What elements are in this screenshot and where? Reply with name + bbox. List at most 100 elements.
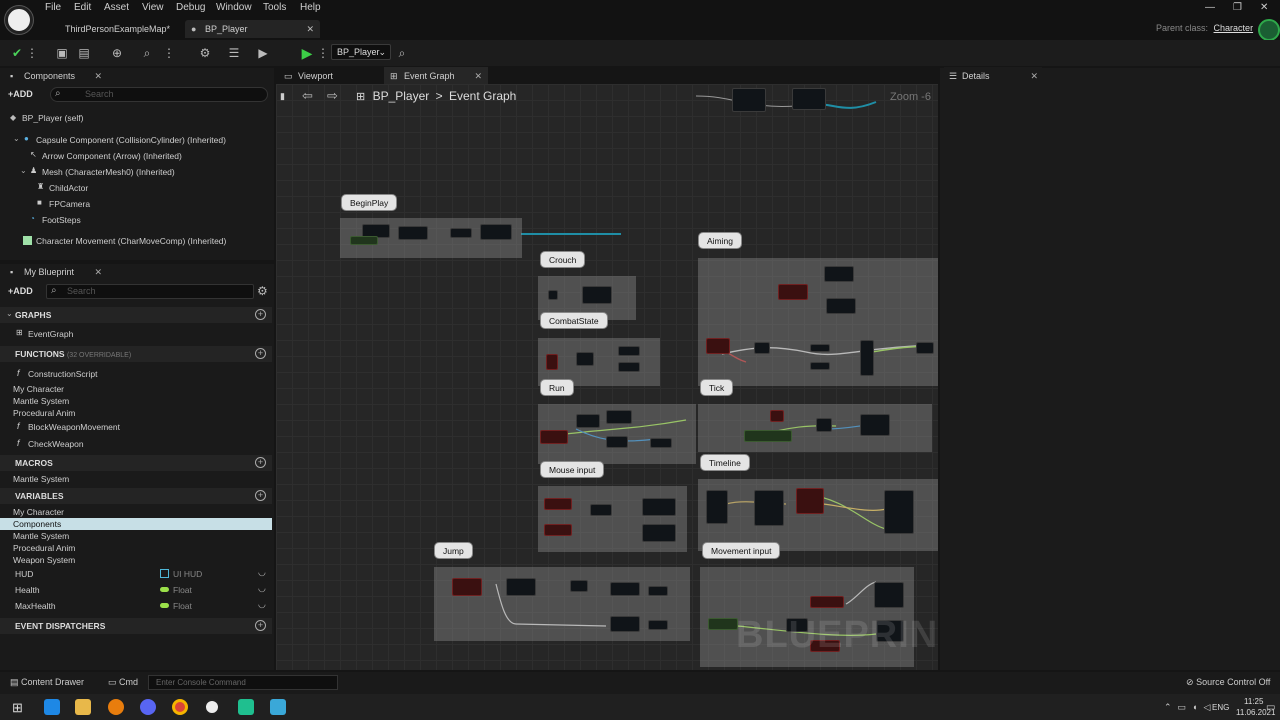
unreal-logo-icon[interactable] <box>5 6 33 34</box>
node[interactable] <box>706 490 728 524</box>
variable-category-my-character[interactable]: My Character <box>13 506 64 518</box>
close-icon[interactable]: ✕ <box>306 20 314 38</box>
node[interactable] <box>642 524 676 542</box>
comment-label-combatstate[interactable]: CombatState <box>540 312 608 329</box>
gear-icon[interactable]: ⚙ <box>257 284 268 298</box>
search-icon[interactable]: ⌕ <box>395 46 409 60</box>
avatar[interactable] <box>1258 19 1280 41</box>
kebab-icon[interactable]: ⋮ <box>162 46 176 60</box>
node[interactable] <box>824 266 854 282</box>
function-check-weapon[interactable]: CheckWeapon <box>28 438 84 450</box>
menu-debug[interactable]: Debug <box>176 2 205 13</box>
comment-mouse-input[interactable] <box>538 486 687 552</box>
node[interactable] <box>874 582 904 608</box>
add-function-icon[interactable]: + <box>255 348 266 359</box>
save-icon[interactable]: ▣ <box>55 46 69 60</box>
blender-icon[interactable] <box>108 699 124 715</box>
variable-hud[interactable]: HUD <box>15 568 33 580</box>
node[interactable] <box>480 224 512 240</box>
node[interactable] <box>642 498 676 516</box>
function-category-mantle[interactable]: Mantle System <box>13 395 69 407</box>
node[interactable] <box>706 338 730 354</box>
variable-maxhealth[interactable]: MaxHealth <box>15 600 56 612</box>
node[interactable] <box>582 286 612 304</box>
section-macros[interactable]: MACROS + <box>0 455 272 471</box>
tab-my-blueprint[interactable]: ▪ My Blueprint ✕ <box>4 263 108 281</box>
menu-file[interactable]: File <box>45 2 61 13</box>
tree-item-footsteps[interactable]: FootSteps <box>42 214 81 226</box>
discord-icon[interactable] <box>140 699 156 715</box>
macro-category-mantle[interactable]: Mantle System <box>13 473 69 485</box>
language-indicator[interactable]: ENG <box>1212 703 1229 712</box>
menu-tools[interactable]: Tools <box>263 2 286 13</box>
node[interactable] <box>450 228 472 238</box>
tree-item-fpcamera[interactable]: FPCamera <box>49 198 90 210</box>
menu-edit[interactable]: Edit <box>74 2 91 13</box>
tree-item-arrow[interactable]: Arrow Component (Arrow) (Inherited) <box>42 150 182 162</box>
node[interactable] <box>618 346 640 356</box>
node[interactable] <box>576 414 600 428</box>
comment-label-timeline[interactable]: Timeline <box>700 454 750 471</box>
node[interactable] <box>606 410 632 424</box>
menu-help[interactable]: Help <box>300 2 321 13</box>
close-icon[interactable]: ✕ <box>474 67 482 85</box>
comment-label-crouch[interactable]: Crouch <box>540 251 586 268</box>
parent-class-value[interactable]: Character <box>1214 23 1254 33</box>
node[interactable] <box>778 284 808 300</box>
node[interactable] <box>810 596 844 608</box>
notification-icon[interactable]: ▭ <box>1266 702 1275 713</box>
browse-icon[interactable]: ▤ <box>77 46 91 60</box>
visibility-icon[interactable]: ◡ <box>258 583 266 594</box>
node[interactable] <box>792 88 826 110</box>
node[interactable] <box>576 352 594 366</box>
add-component-button[interactable]: +ADD <box>8 87 44 102</box>
expand-icon[interactable]: ⌄ <box>13 134 20 143</box>
section-graphs[interactable]: GRAPHS + <box>0 307 272 323</box>
maximize-button[interactable]: ❐ <box>1233 2 1242 13</box>
menu-view[interactable]: View <box>142 2 164 13</box>
variable-category-components[interactable]: Components <box>13 518 61 530</box>
node[interactable] <box>618 362 640 372</box>
event-graph-canvas[interactable]: ▮ ⇦ ⇨ ⊞ BP_Player > Event Graph Zoom -6 <box>276 84 938 670</box>
tab-event-graph[interactable]: ⊞ Event Graph ✕ <box>384 67 488 85</box>
function-block-weapon-movement[interactable]: BlockWeaponMovement <box>28 421 120 433</box>
windows-start-icon[interactable]: ⊞ <box>12 700 23 716</box>
tab-components[interactable]: ▪ Components ✕ <box>4 67 108 85</box>
visibility-icon[interactable]: ◡ <box>258 567 266 578</box>
components-search-input[interactable]: Search <box>50 87 268 102</box>
node[interactable] <box>810 344 830 352</box>
compile-icon[interactable]: ✔ <box>10 46 24 60</box>
variable-category-procedural[interactable]: Procedural Anim <box>13 542 75 554</box>
tab-viewport[interactable]: ▭ Viewport <box>278 67 378 85</box>
console-command-input[interactable]: Enter Console Command <box>148 675 338 690</box>
tree-item-capsule[interactable]: Capsule Component (CollisionCylinder) (I… <box>36 134 226 146</box>
clock-time[interactable]: 11:25 <box>1244 697 1263 706</box>
node[interactable] <box>350 236 378 245</box>
add-variable-icon[interactable]: + <box>255 490 266 501</box>
node[interactable] <box>796 488 824 514</box>
gear-icon[interactable]: ⚙ <box>198 46 212 60</box>
class-defaults-icon[interactable]: ☰ <box>227 46 241 60</box>
node[interactable] <box>452 578 482 596</box>
node[interactable] <box>544 498 572 510</box>
comment-label-run[interactable]: Run <box>540 379 574 396</box>
node[interactable] <box>732 88 766 112</box>
node[interactable] <box>606 436 628 448</box>
diff-icon[interactable]: ⊕ <box>110 46 124 60</box>
debug-object-select[interactable]: BP_Player ⌄ <box>331 44 391 60</box>
close-icon[interactable]: ✕ <box>1030 67 1038 85</box>
node[interactable] <box>770 410 784 422</box>
file-explorer-icon[interactable] <box>75 699 91 715</box>
tab-map[interactable]: ThirdPersonExampleMap* <box>57 20 183 38</box>
node[interactable] <box>884 490 914 534</box>
variable-category-mantle[interactable]: Mantle System <box>13 530 69 542</box>
graph-item-eventgraph[interactable]: EventGraph <box>28 328 73 340</box>
node[interactable] <box>708 618 738 630</box>
node[interactable] <box>648 620 668 630</box>
function-category-procedural[interactable]: Procedural Anim <box>13 407 75 419</box>
comment-label-mouse-input[interactable]: Mouse input <box>540 461 605 478</box>
menu-asset[interactable]: Asset <box>104 2 129 13</box>
node[interactable] <box>826 298 856 314</box>
play-icon[interactable]: ▶ <box>300 46 314 60</box>
function-construction-script[interactable]: ConstructionScript <box>28 368 97 380</box>
